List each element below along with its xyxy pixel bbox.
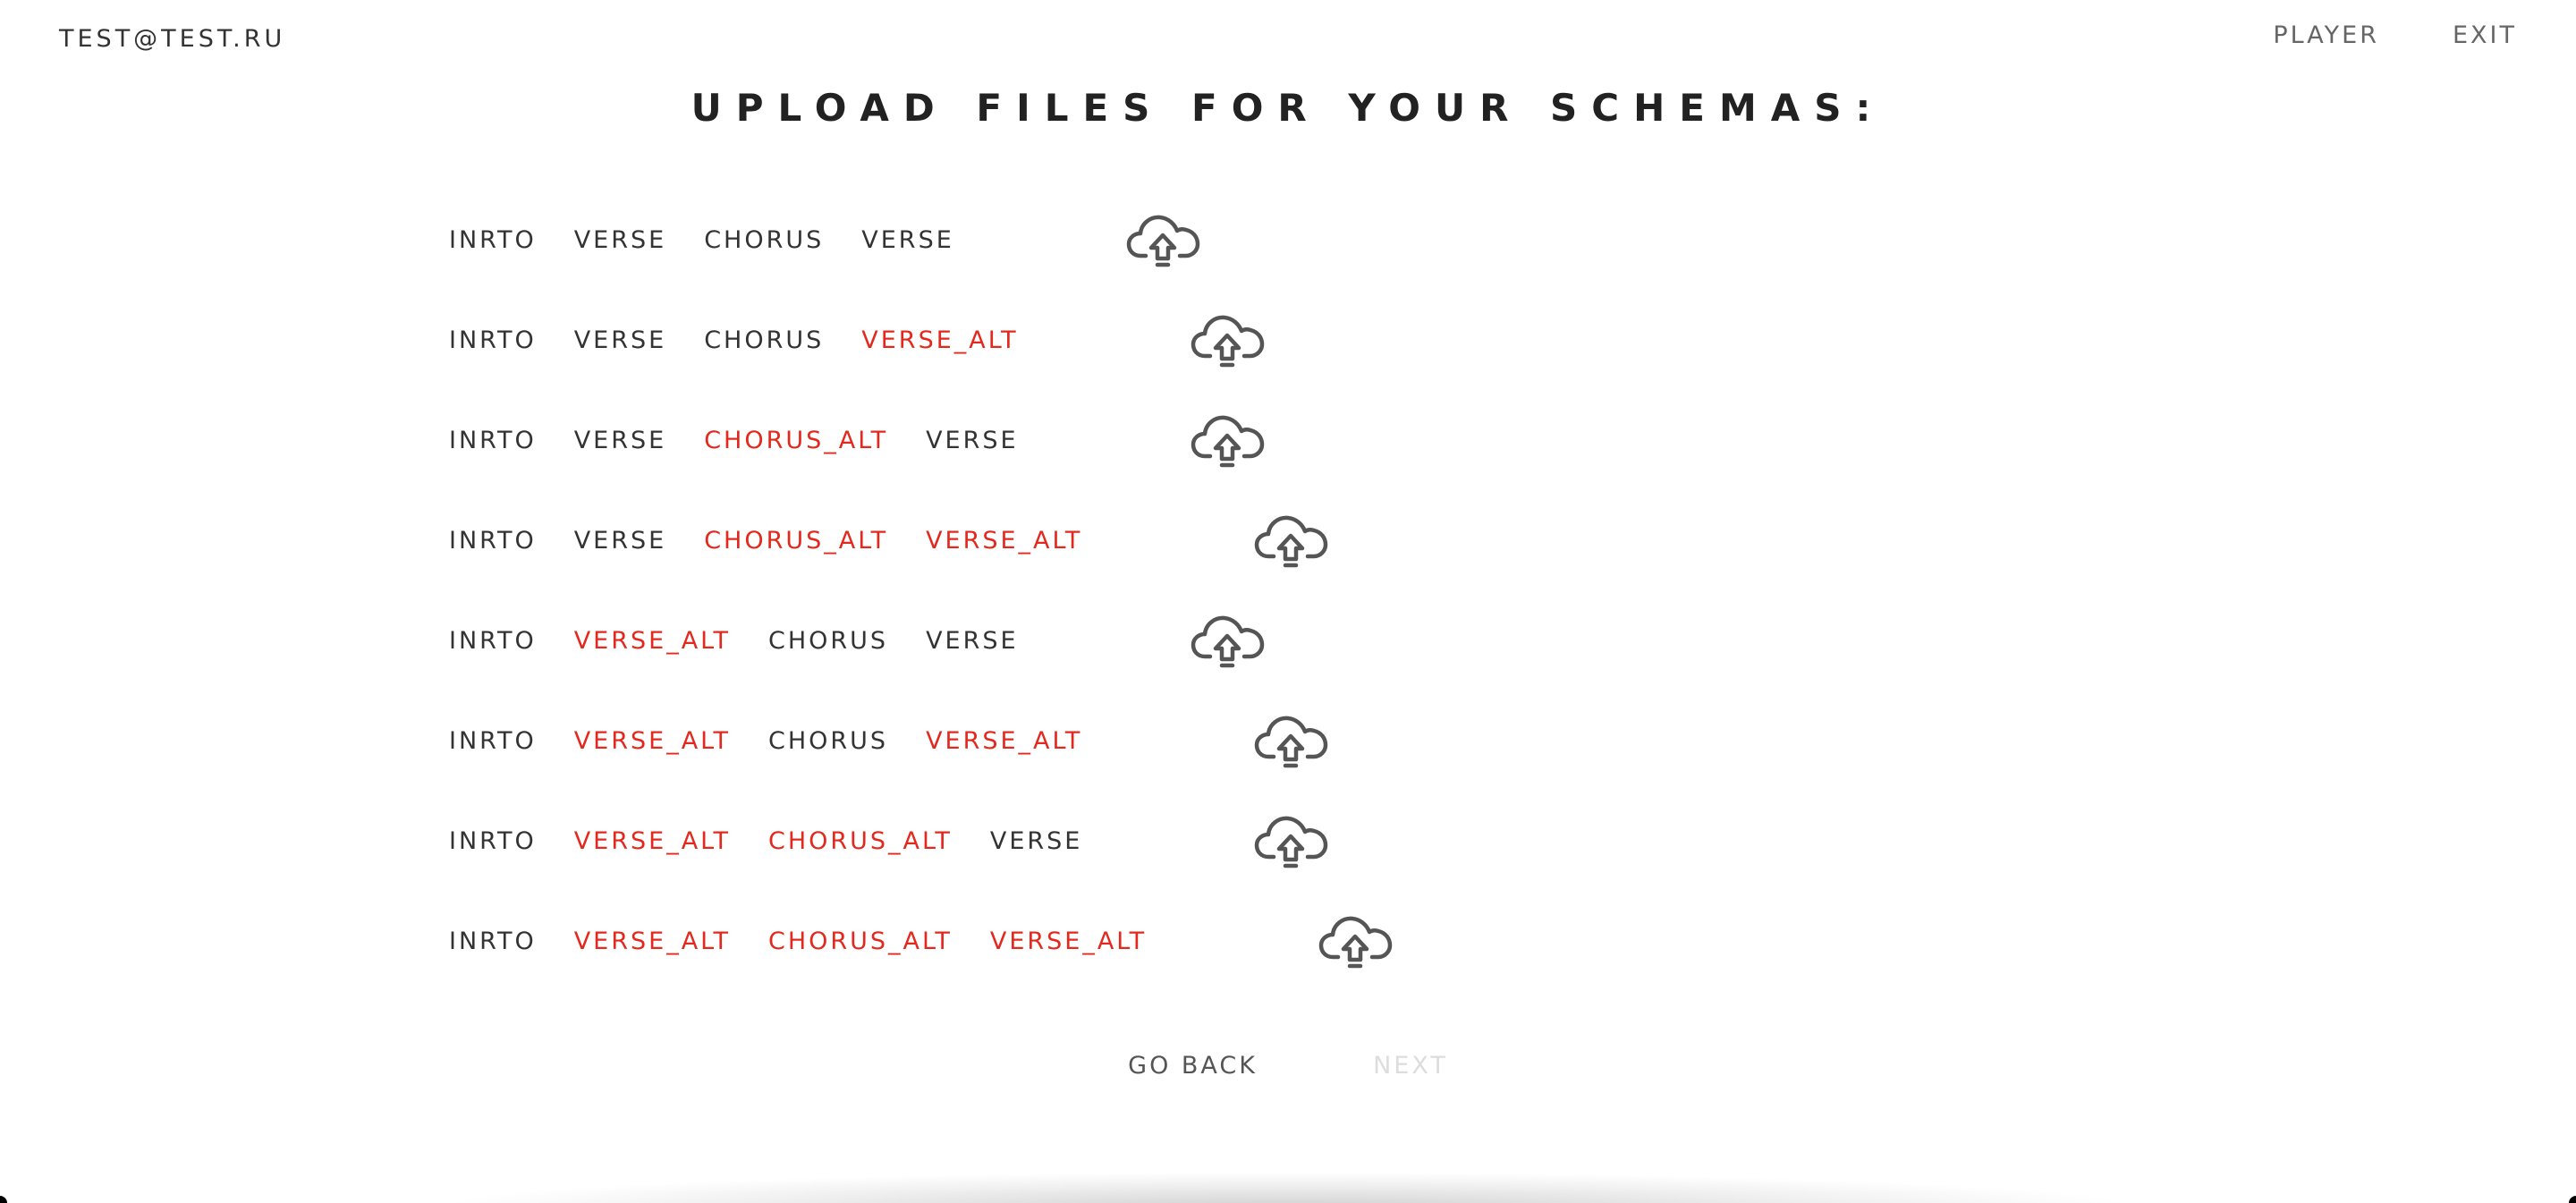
schema-segment: CHORUS [767, 726, 889, 755]
schema-segment: VERSE [573, 426, 667, 454]
schema-row: INRTO VERSE_ALT CHORUS_ALT VERSE_ALT [449, 914, 1184, 968]
schema-segment: VERSE [573, 225, 667, 254]
schema-segment: CHORUS [704, 326, 825, 354]
top-nav: PLAYER EXIT [2273, 21, 2517, 49]
go-back-button[interactable]: GO BACK [1128, 1052, 1258, 1080]
schema-segment-alt: CHORUS_ALT [704, 526, 889, 555]
cloud-upload-icon [1254, 708, 1329, 775]
schema-segment: VERSE [989, 826, 1083, 855]
schema-segment-alt: VERSE_ALT [989, 927, 1148, 955]
exit-link[interactable]: EXIT [2453, 21, 2517, 49]
schema-segment-alt: CHORUS_ALT [767, 826, 953, 855]
page-title: UPLOAD FILES FOR YOUR SCHEMAS: [691, 86, 1885, 130]
schema-row: INRTO VERSE CHORUS VERSE [449, 213, 992, 267]
schema-segment-alt: VERSE_ALT [573, 626, 731, 655]
cloud-upload-icon [1254, 508, 1329, 574]
cloud-upload-icon [1191, 408, 1266, 474]
bottom-nav: GO BACK NEXT [0, 1052, 2576, 1080]
schema-segment-alt: CHORUS_ALT [704, 426, 889, 454]
schema-segment: INRTO [449, 526, 537, 555]
schema-segment-alt: VERSE_ALT [861, 326, 1019, 354]
schema-segment: VERSE [926, 626, 1019, 655]
upload-button[interactable] [1254, 809, 1329, 875]
schema-segment-alt: VERSE_ALT [573, 826, 731, 855]
cloud-upload-icon [1191, 608, 1266, 674]
schema-row: INRTO VERSE_ALT CHORUS VERSE [449, 614, 1056, 667]
schema-segment: VERSE [573, 526, 667, 555]
user-email: TEST@TEST.RU [59, 25, 286, 53]
schema-segment-alt: CHORUS_ALT [767, 927, 953, 955]
schema-segment: VERSE [573, 326, 667, 354]
schema-segment-alt: VERSE_ALT [573, 927, 731, 955]
schema-segment: INRTO [449, 426, 537, 454]
schema-segment: VERSE [926, 426, 1019, 454]
bottom-shadow [429, 1172, 2147, 1203]
schema-segment: CHORUS [704, 225, 825, 254]
schema-segment-alt: VERSE_ALT [926, 526, 1083, 555]
cloud-upload-icon [1126, 208, 1201, 274]
schema-row: INRTO VERSE_ALT CHORUS_ALT VERSE [449, 814, 1120, 868]
schema-segment: INRTO [449, 826, 537, 855]
upload-button[interactable] [1254, 708, 1329, 775]
upload-button[interactable] [1318, 909, 1394, 975]
cloud-upload-icon [1191, 308, 1266, 374]
upload-button[interactable] [1254, 508, 1329, 574]
schema-row: INRTO VERSE_ALT CHORUS VERSE_ALT [449, 714, 1120, 767]
schema-segment: VERSE [861, 225, 954, 254]
schema-row: INRTO VERSE CHORUS_ALT VERSE_ALT [449, 513, 1120, 567]
upload-button[interactable] [1191, 308, 1266, 374]
schema-segment: INRTO [449, 225, 537, 254]
schema-segment: CHORUS [767, 626, 889, 655]
cloud-upload-icon [1254, 809, 1329, 875]
upload-button[interactable] [1191, 608, 1266, 674]
upload-button[interactable] [1126, 208, 1201, 274]
schema-segment: INRTO [449, 326, 537, 354]
next-button[interactable]: NEXT [1373, 1052, 1448, 1080]
upload-button[interactable] [1191, 408, 1266, 474]
schema-segment-alt: VERSE_ALT [926, 726, 1083, 755]
schema-segment: INRTO [449, 626, 537, 655]
window-corner-right [2569, 1196, 2576, 1203]
schema-row: INRTO VERSE CHORUS VERSE_ALT [449, 313, 1056, 367]
schema-segment: INRTO [449, 726, 537, 755]
schema-segment-alt: VERSE_ALT [573, 726, 731, 755]
window-corner-left [0, 1196, 7, 1203]
schema-row: INRTO VERSE CHORUS_ALT VERSE [449, 413, 1056, 467]
player-link[interactable]: PLAYER [2273, 21, 2379, 49]
schema-segment: INRTO [449, 927, 537, 955]
cloud-upload-icon [1318, 909, 1394, 975]
